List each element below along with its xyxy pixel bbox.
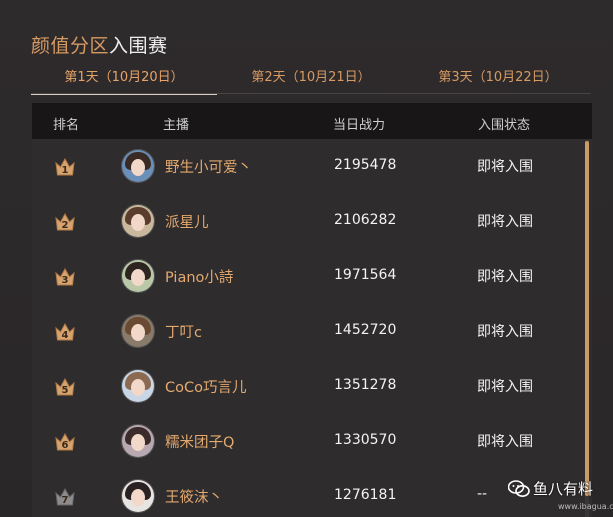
tab-day-2[interactable]: 第2天（10月21日） [218, 66, 404, 93]
rank-number: 4 [61, 330, 69, 341]
status-value: 即将入围 [477, 159, 533, 175]
streamer-name[interactable]: Piano小詩 [165, 266, 233, 287]
streamer-name[interactable]: 糯米团子Q [165, 431, 234, 452]
rank-number: 1 [61, 165, 69, 176]
page-title-accent: 颜值分区 [31, 35, 110, 57]
table-row[interactable]: 5 CoCo巧言儿 1351278 即将入围 [32, 360, 592, 415]
status-value: 即将入围 [477, 324, 533, 340]
column-header-rank: 排名 [53, 118, 80, 133]
status-value: 即将入围 [477, 214, 533, 230]
power-value: 2195478 [334, 157, 397, 173]
streamer-name[interactable]: 野生小可爱丶 [165, 156, 252, 177]
power-value: 1971564 [334, 267, 397, 283]
streamer-name[interactable]: 派星儿 [165, 211, 209, 232]
day-tabs: 第1天（10月20日） 第2天（10月21日） 第3天（10月22日） [31, 66, 591, 95]
table-header: 排名 主播 当日战力 入围状态 [32, 103, 592, 139]
avatar[interactable] [121, 479, 155, 513]
streamer-name[interactable]: CoCo巧言儿 [165, 376, 247, 397]
ranking-table: 排名 主播 当日战力 入围状态 1 野生小可爱丶 2195478 即将入围 2 … [32, 103, 592, 517]
table-row[interactable]: 4 丁叮c 1452720 即将入围 [32, 305, 592, 360]
rank-number: 2 [61, 220, 69, 231]
column-header-streamer: 主播 [163, 118, 190, 133]
rank-number: 3 [61, 275, 69, 286]
tabs-divider [31, 93, 591, 94]
page-title-main: 入围赛 [109, 35, 168, 57]
tab-day-1[interactable]: 第1天（10月20日） [31, 66, 217, 95]
table-row[interactable]: 1 野生小可爱丶 2195478 即将入围 [32, 140, 592, 195]
page-title: 颜值分区入围赛 [31, 31, 168, 58]
power-value: 1351278 [334, 377, 397, 393]
streamer-name[interactable]: 丁叮c [165, 321, 202, 342]
power-value: 1276181 [334, 487, 397, 503]
table-row[interactable]: 2 派星儿 2106282 即将入围 [32, 195, 592, 250]
rank-number: 6 [61, 440, 69, 451]
watermark-text: 鱼八有料 [533, 480, 594, 498]
wechat-icon [507, 480, 530, 498]
avatar[interactable] [121, 204, 155, 238]
column-header-power: 当日战力 [333, 118, 386, 133]
avatar[interactable] [121, 149, 155, 183]
power-value: 2106282 [334, 212, 397, 228]
status-value: -- [477, 486, 488, 502]
streamer-name[interactable]: 王筱沫丶 [165, 486, 223, 507]
status-value: 即将入围 [477, 269, 533, 285]
status-value: 即将入围 [477, 434, 533, 450]
page: 颜值分区入围赛 第1天（10月20日） 第2天（10月21日） 第3天（10月2… [0, 0, 613, 517]
avatar[interactable] [121, 259, 155, 293]
avatar[interactable] [121, 424, 155, 458]
table-row[interactable]: 6 糯米团子Q 1330570 即将入围 [32, 415, 592, 470]
avatar[interactable] [121, 369, 155, 403]
rank-number: 5 [61, 385, 69, 396]
status-value: 即将入围 [477, 379, 533, 395]
column-header-status: 入围状态 [478, 118, 531, 133]
scrollbar-thumb[interactable] [585, 141, 589, 496]
avatar[interactable] [121, 314, 155, 348]
rank-number: 7 [61, 495, 69, 506]
tab-day-3[interactable]: 第3天（10月22日） [405, 66, 591, 93]
table-row[interactable]: 3 Piano小詩 1971564 即将入围 [32, 250, 592, 305]
power-value: 1452720 [334, 322, 397, 338]
watermark: 鱼八有料 www.ibagua.com.cn [500, 474, 613, 514]
power-value: 1330570 [334, 432, 397, 448]
watermark-url: www.ibagua.com.cn [558, 502, 613, 511]
